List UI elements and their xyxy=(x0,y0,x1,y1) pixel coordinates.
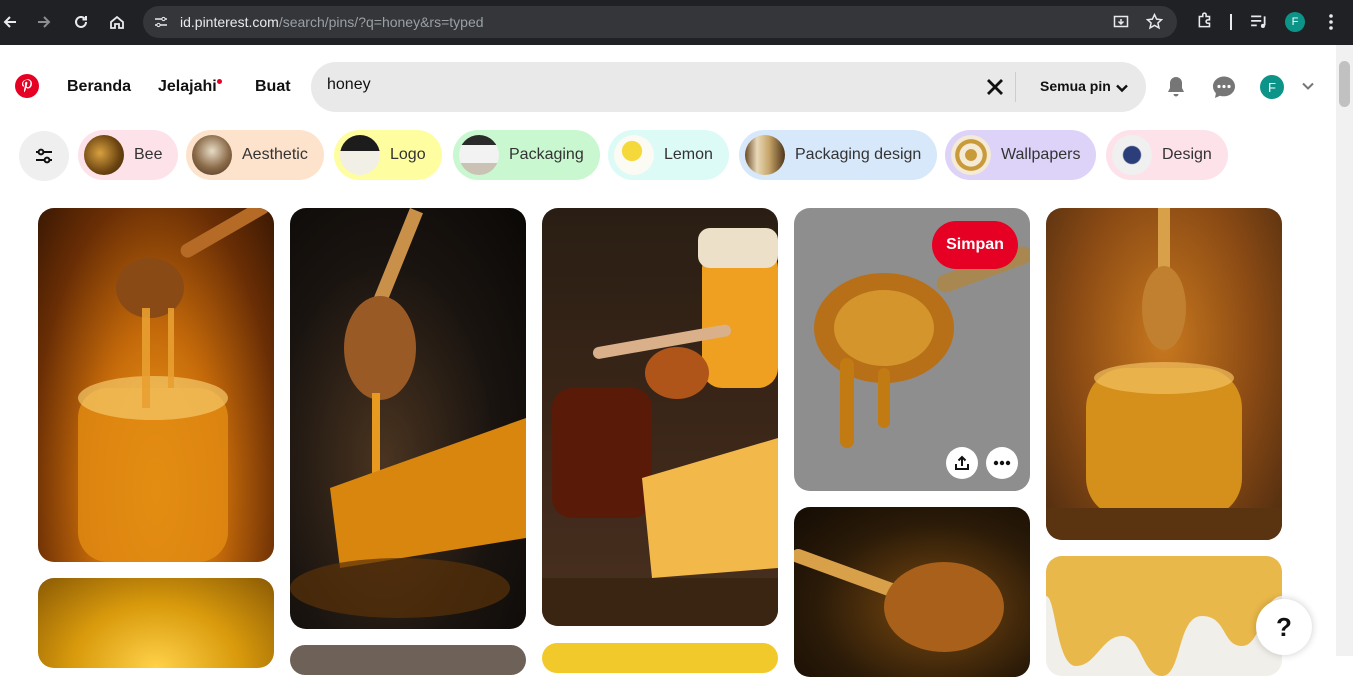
browser-toolbar: id.pinterest.com/search/pins/?q=honey&rs… xyxy=(0,0,1353,45)
chip-label: Logo xyxy=(390,146,426,163)
search-bar: Semua pin xyxy=(311,62,1146,112)
share-button[interactable] xyxy=(946,447,978,479)
pin-image xyxy=(542,228,778,626)
nav-create-link[interactable]: Buat xyxy=(255,78,291,96)
browser-profile-avatar[interactable]: F xyxy=(1285,12,1305,32)
chip-label: Aesthetic xyxy=(242,146,308,163)
pin-image xyxy=(1046,208,1282,540)
media-control-icon[interactable] xyxy=(1250,13,1268,36)
more-options-button[interactable] xyxy=(986,447,1018,479)
search-scope-dropdown[interactable]: Semua pin xyxy=(1040,78,1111,94)
share-icon xyxy=(955,455,969,470)
pin-yellow-partial[interactable] xyxy=(542,643,778,673)
chip-label: Wallpapers xyxy=(1001,146,1081,163)
pin-image xyxy=(1046,556,1282,676)
browser-menu-icon[interactable] xyxy=(1324,12,1338,37)
page-scrollbar[interactable] xyxy=(1336,45,1353,656)
save-pin-button[interactable]: Simpan xyxy=(932,221,1018,269)
chip-label: Design xyxy=(1162,146,1212,163)
notifications-bell-icon[interactable] xyxy=(1164,75,1188,99)
pinterest-logo-icon[interactable] xyxy=(15,74,39,98)
chip-wallpapers[interactable]: Wallpapers xyxy=(945,130,1097,180)
pin-image xyxy=(794,548,1004,652)
install-app-icon[interactable] xyxy=(1113,14,1129,35)
back-icon[interactable] xyxy=(0,12,20,32)
chip-label: Bee xyxy=(134,146,163,163)
reload-icon[interactable] xyxy=(71,12,91,32)
nav-explore-link[interactable]: Jelajahi xyxy=(158,78,217,96)
chip-label: Packaging design xyxy=(795,146,922,163)
chip-label: Packaging xyxy=(509,146,584,163)
site-settings-icon[interactable] xyxy=(153,14,169,35)
messages-icon[interactable] xyxy=(1212,75,1236,99)
chip-thumbnail xyxy=(951,135,991,175)
pin-next-partial[interactable] xyxy=(290,645,526,675)
nav-home-link[interactable]: Beranda xyxy=(67,78,131,96)
address-bar[interactable]: id.pinterest.com/search/pins/?q=honey&rs… xyxy=(143,6,1177,38)
chip-thumbnail xyxy=(340,135,380,175)
pin-honey-texture[interactable] xyxy=(38,578,274,668)
chip-aesthetic[interactable]: Aesthetic xyxy=(186,130,324,180)
forward-icon[interactable] xyxy=(34,12,54,32)
user-avatar[interactable]: F xyxy=(1260,75,1284,99)
notification-dot xyxy=(217,79,222,84)
chip-bee[interactable]: Bee xyxy=(78,130,179,180)
chip-packaging-design[interactable]: Packaging design xyxy=(739,130,938,180)
search-input[interactable] xyxy=(327,76,927,94)
chip-thumbnail xyxy=(84,135,124,175)
pin-honey-drip[interactable] xyxy=(1046,556,1282,676)
chevron-down-icon[interactable] xyxy=(1115,81,1129,100)
chip-thumbnail xyxy=(1112,135,1152,175)
toolbar-divider xyxy=(1230,14,1232,30)
scrollbar-thumb[interactable] xyxy=(1339,61,1350,107)
pin-honey-dipper-comb[interactable] xyxy=(290,208,526,629)
home-icon[interactable] xyxy=(107,12,127,32)
pin-image xyxy=(78,208,270,562)
site-header: Beranda Jelajahi Buat Semua pin F xyxy=(0,45,1336,129)
pin-image xyxy=(290,208,526,618)
more-dots-icon xyxy=(993,460,1011,466)
filter-sliders-icon xyxy=(36,148,52,164)
chip-packaging[interactable]: Packaging xyxy=(453,130,600,180)
pin-honey-dipper-dark[interactable] xyxy=(794,507,1030,677)
chip-logo[interactable]: Logo xyxy=(334,130,442,180)
chip-thumbnail xyxy=(614,135,654,175)
search-divider xyxy=(1015,72,1016,102)
url-text: id.pinterest.com/search/pins/?q=honey&rs… xyxy=(180,14,484,30)
chip-thumbnail xyxy=(459,135,499,175)
chip-thumbnail xyxy=(745,135,785,175)
help-button[interactable]: ? xyxy=(1256,599,1312,655)
pin-honey-jar-dipper[interactable] xyxy=(1046,208,1282,540)
pin-honey-jar-comb[interactable] xyxy=(542,208,778,626)
bookmark-star-icon[interactable] xyxy=(1145,12,1164,35)
chip-design[interactable]: Design xyxy=(1106,130,1228,180)
extensions-icon[interactable] xyxy=(1196,12,1214,35)
clear-search-icon[interactable] xyxy=(983,75,1007,99)
chip-thumbnail xyxy=(192,135,232,175)
account-menu-chevron-icon[interactable] xyxy=(1300,78,1324,102)
filter-button[interactable] xyxy=(19,131,69,181)
pin-honey-dipper-jar[interactable] xyxy=(38,208,274,562)
chip-lemon[interactable]: Lemon xyxy=(608,130,729,180)
chip-label: Lemon xyxy=(664,146,713,163)
